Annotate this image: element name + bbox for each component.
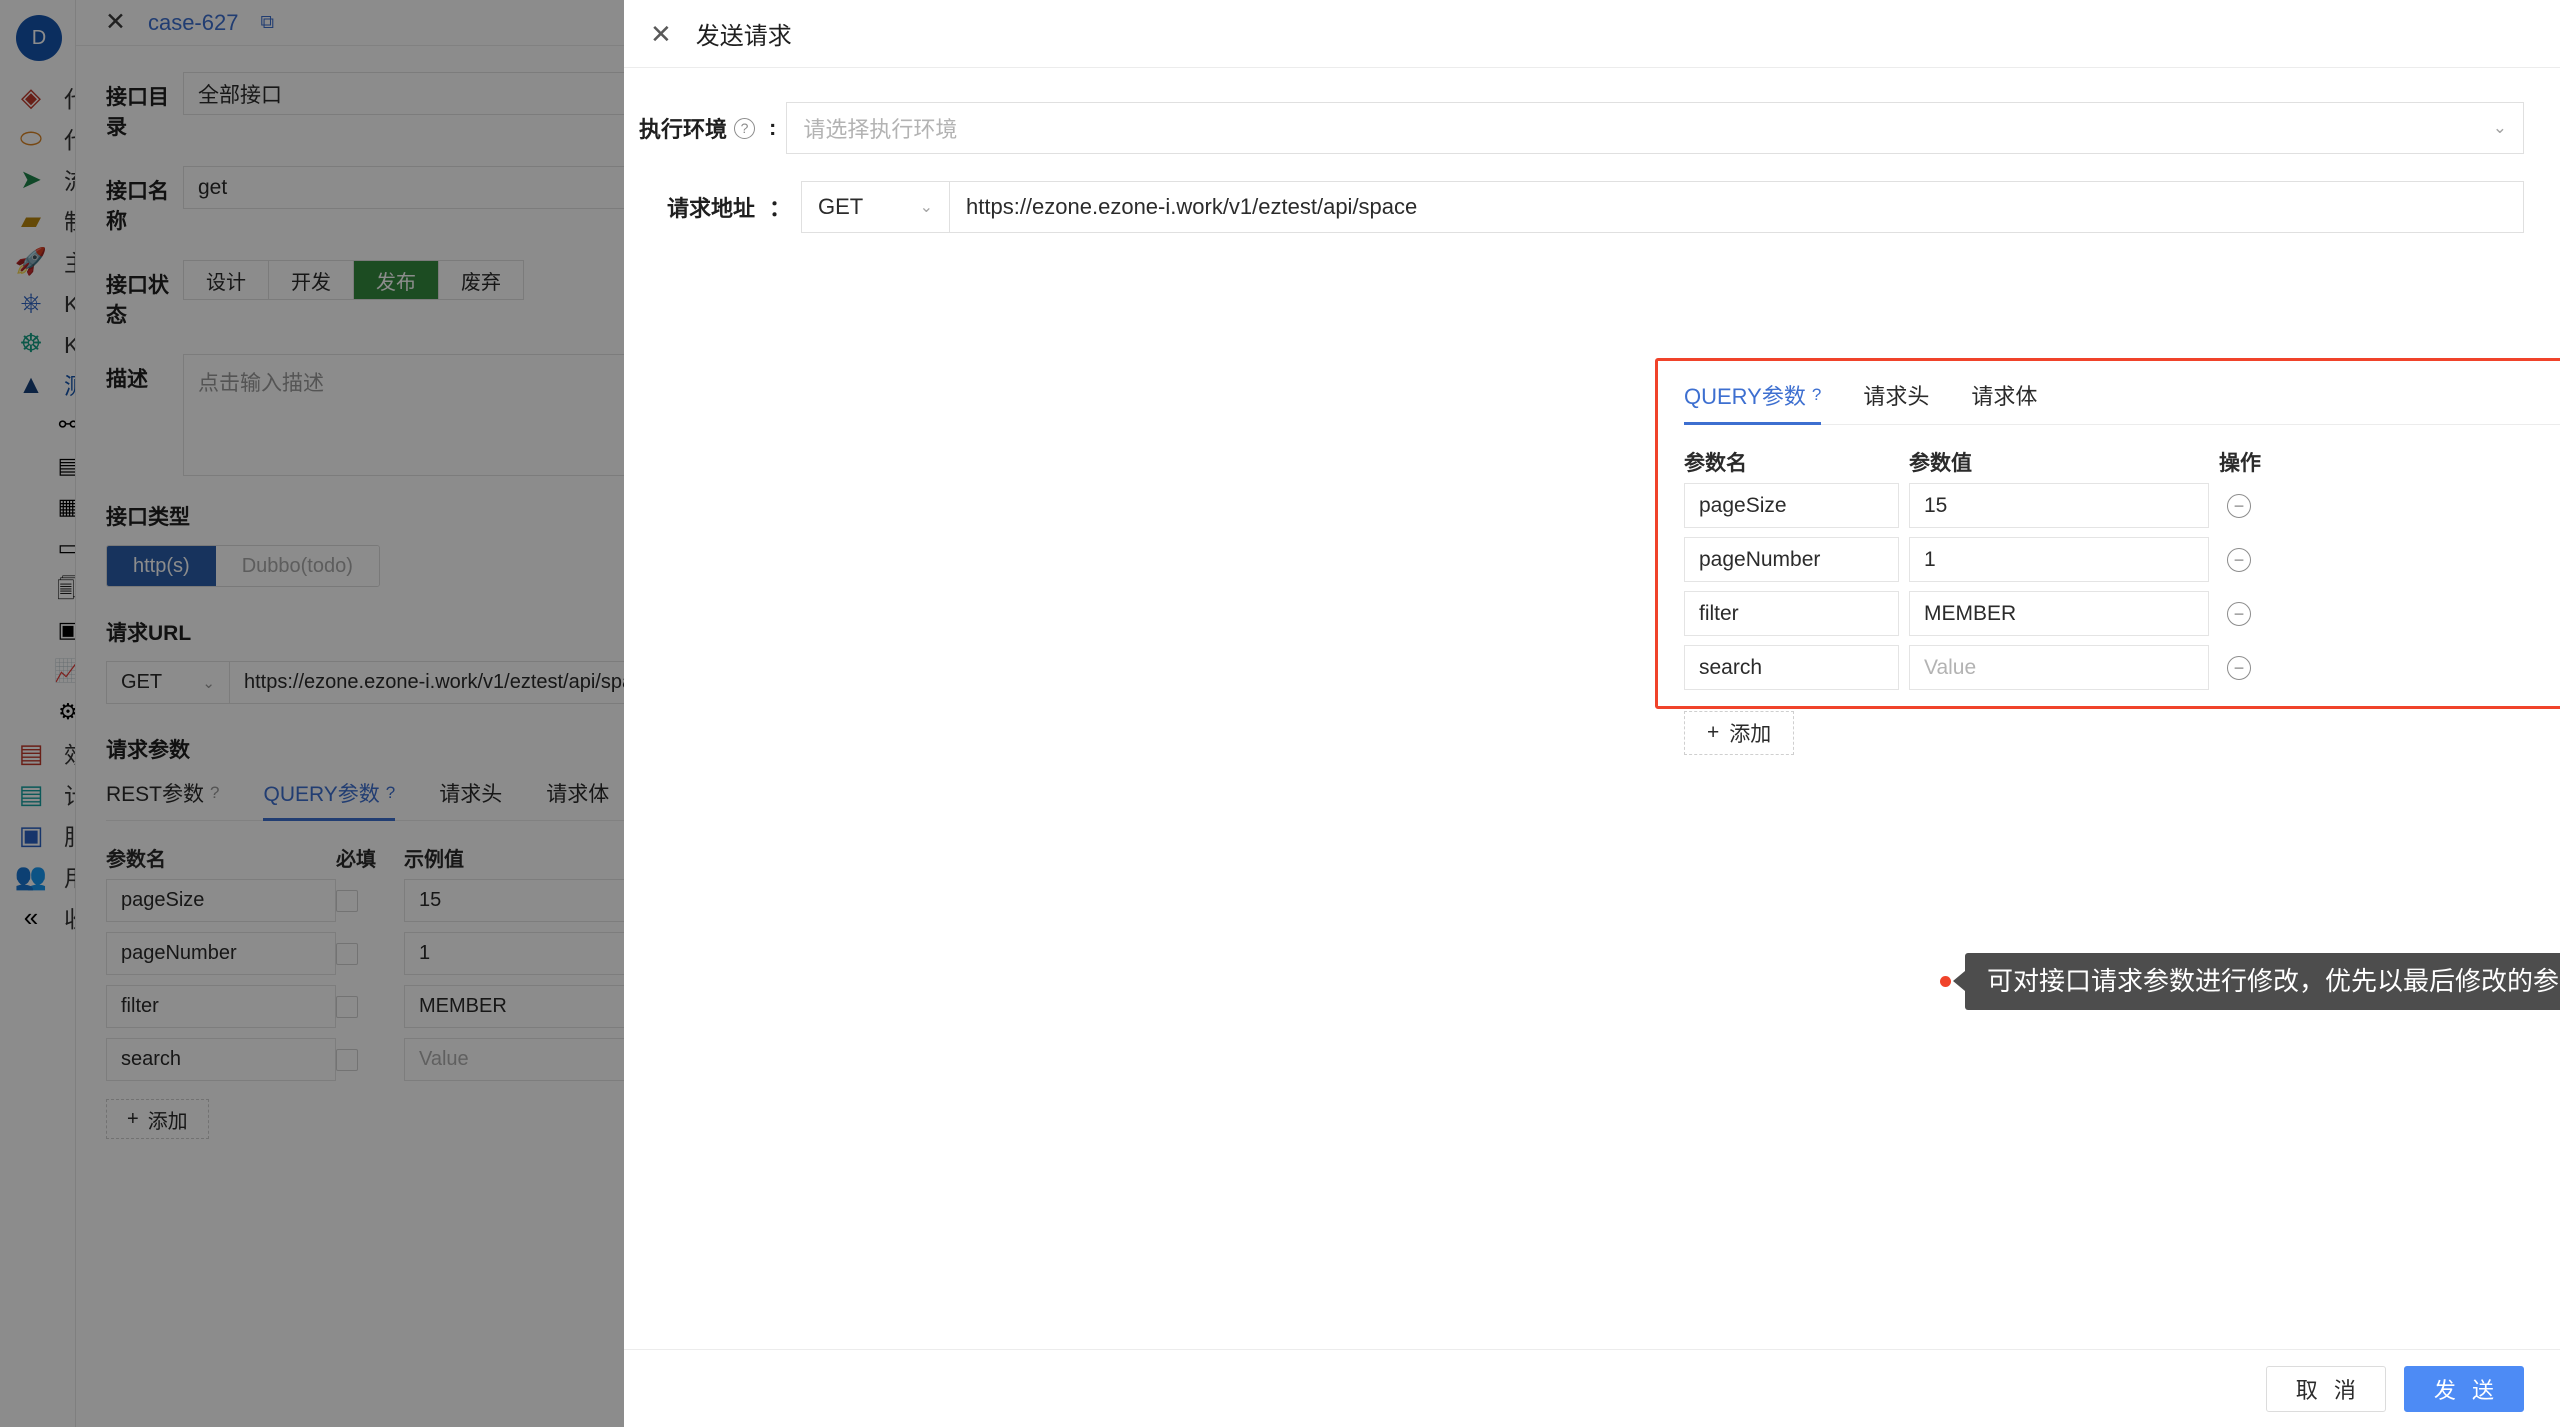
tab-query-params[interactable]: QUERY参数 ? bbox=[1684, 379, 1822, 425]
table-row: pageSize 15 − bbox=[1684, 483, 2560, 528]
chevron-down-icon: ⌄ bbox=[919, 199, 934, 216]
chevron-down-icon: ⌄ bbox=[2492, 118, 2507, 137]
request-url-label: 请求地址 bbox=[624, 191, 769, 223]
tab-request-headers[interactable]: 请求头 bbox=[1863, 379, 1929, 424]
param-value-input[interactable]: 15 bbox=[1909, 483, 2209, 528]
column-header-operation: 操作 bbox=[2219, 452, 2261, 475]
tooltip-arrow-icon bbox=[1953, 971, 1965, 992]
request-url-label-text: 请求地址 bbox=[666, 196, 755, 221]
modal-body: 执行环境 ? : 请选择执行环境 ⌄ 请求地址 ： GET ⌄ https://… bbox=[624, 68, 2560, 1349]
request-url-input[interactable]: https://ezone.ezone-i.work/v1/eztest/api… bbox=[950, 182, 2523, 232]
param-value-input[interactable]: Value bbox=[1909, 645, 2209, 690]
plus-icon: + bbox=[1707, 721, 1720, 744]
modal-backdrop[interactable] bbox=[0, 0, 624, 1427]
param-name-input[interactable]: filter bbox=[1684, 591, 1899, 636]
tab-label: QUERY参数 bbox=[1684, 384, 1806, 409]
request-url-colon: ： bbox=[769, 196, 792, 221]
env-label: 执行环境 ? bbox=[624, 112, 769, 144]
modal-title: 发送请求 bbox=[695, 23, 792, 50]
param-name-input[interactable]: pageNumber bbox=[1684, 537, 1899, 582]
hint-tooltip: 可对接口请求参数进行修改，优先以最后修改的参数请求 bbox=[1940, 953, 2560, 1010]
param-value-input[interactable]: MEMBER bbox=[1909, 591, 2209, 636]
modal-header: ✕ 发送请求 bbox=[624, 0, 2560, 68]
help-icon[interactable]: ? bbox=[1812, 385, 1821, 405]
tab-request-body[interactable]: 请求体 bbox=[1971, 379, 2037, 424]
add-param-label: 添加 bbox=[1729, 723, 1772, 746]
column-header-value: 参数值 bbox=[1909, 452, 1972, 475]
env-select[interactable]: 请选择执行环境 ⌄ bbox=[786, 102, 2524, 154]
param-name-input[interactable]: search bbox=[1684, 645, 1899, 690]
request-method-select[interactable]: GET ⌄ bbox=[802, 182, 951, 232]
remove-param-icon[interactable]: − bbox=[2227, 493, 2251, 518]
field-request-address: 请求地址 ： GET ⌄ https://ezone.ezone-i.work/… bbox=[624, 181, 2524, 233]
table-row: filter MEMBER − bbox=[1684, 591, 2560, 636]
remove-param-icon[interactable]: − bbox=[2227, 547, 2251, 572]
param-value-input[interactable]: 1 bbox=[1909, 537, 2209, 582]
request-url-bar: GET ⌄ https://ezone.ezone-i.work/v1/ezte… bbox=[801, 181, 2524, 233]
modal-params-tabs: QUERY参数 ? 请求头 请求体 bbox=[1684, 379, 2560, 425]
tab-label: 请求体 bbox=[1971, 384, 2038, 409]
column-header-name: 参数名 bbox=[1684, 452, 1747, 475]
close-icon[interactable]: ✕ bbox=[650, 21, 672, 47]
remove-param-icon[interactable]: − bbox=[2227, 655, 2251, 680]
add-param-button[interactable]: + 添加 bbox=[1684, 711, 1795, 755]
send-request-modal: ✕ 发送请求 执行环境 ? : 请选择执行环境 ⌄ 请求地址 ： GET ⌄ h… bbox=[624, 0, 2560, 1427]
field-execution-environment: 执行环境 ? : 请选择执行环境 ⌄ bbox=[624, 102, 2524, 154]
tab-label: 请求头 bbox=[1863, 384, 1930, 409]
table-row: search Value − bbox=[1684, 645, 2560, 690]
tooltip-dot-icon bbox=[1940, 975, 1951, 987]
query-params-highlight-box: QUERY参数 ? 请求头 请求体 参数名 参数值 操作 pageSize 15… bbox=[1655, 358, 2560, 755]
send-button[interactable]: 发 送 bbox=[2403, 1365, 2524, 1412]
env-placeholder: 请选择执行环境 bbox=[803, 117, 958, 142]
param-name-input[interactable]: pageSize bbox=[1684, 483, 1899, 528]
env-colon: : bbox=[769, 115, 777, 140]
modal-footer: 取 消 发 送 bbox=[624, 1349, 2560, 1427]
env-label-text: 执行环境 bbox=[638, 117, 727, 142]
help-icon[interactable]: ? bbox=[734, 117, 755, 139]
tooltip-text: 可对接口请求参数进行修改，优先以最后修改的参数请求 bbox=[1965, 953, 2560, 1010]
table-row: pageNumber 1 − bbox=[1684, 537, 2560, 582]
request-method-value: GET bbox=[818, 194, 864, 219]
cancel-button[interactable]: 取 消 bbox=[2265, 1365, 2386, 1412]
modal-table-header: 参数名 参数值 操作 bbox=[1684, 447, 2560, 477]
remove-param-icon[interactable]: − bbox=[2227, 601, 2251, 626]
